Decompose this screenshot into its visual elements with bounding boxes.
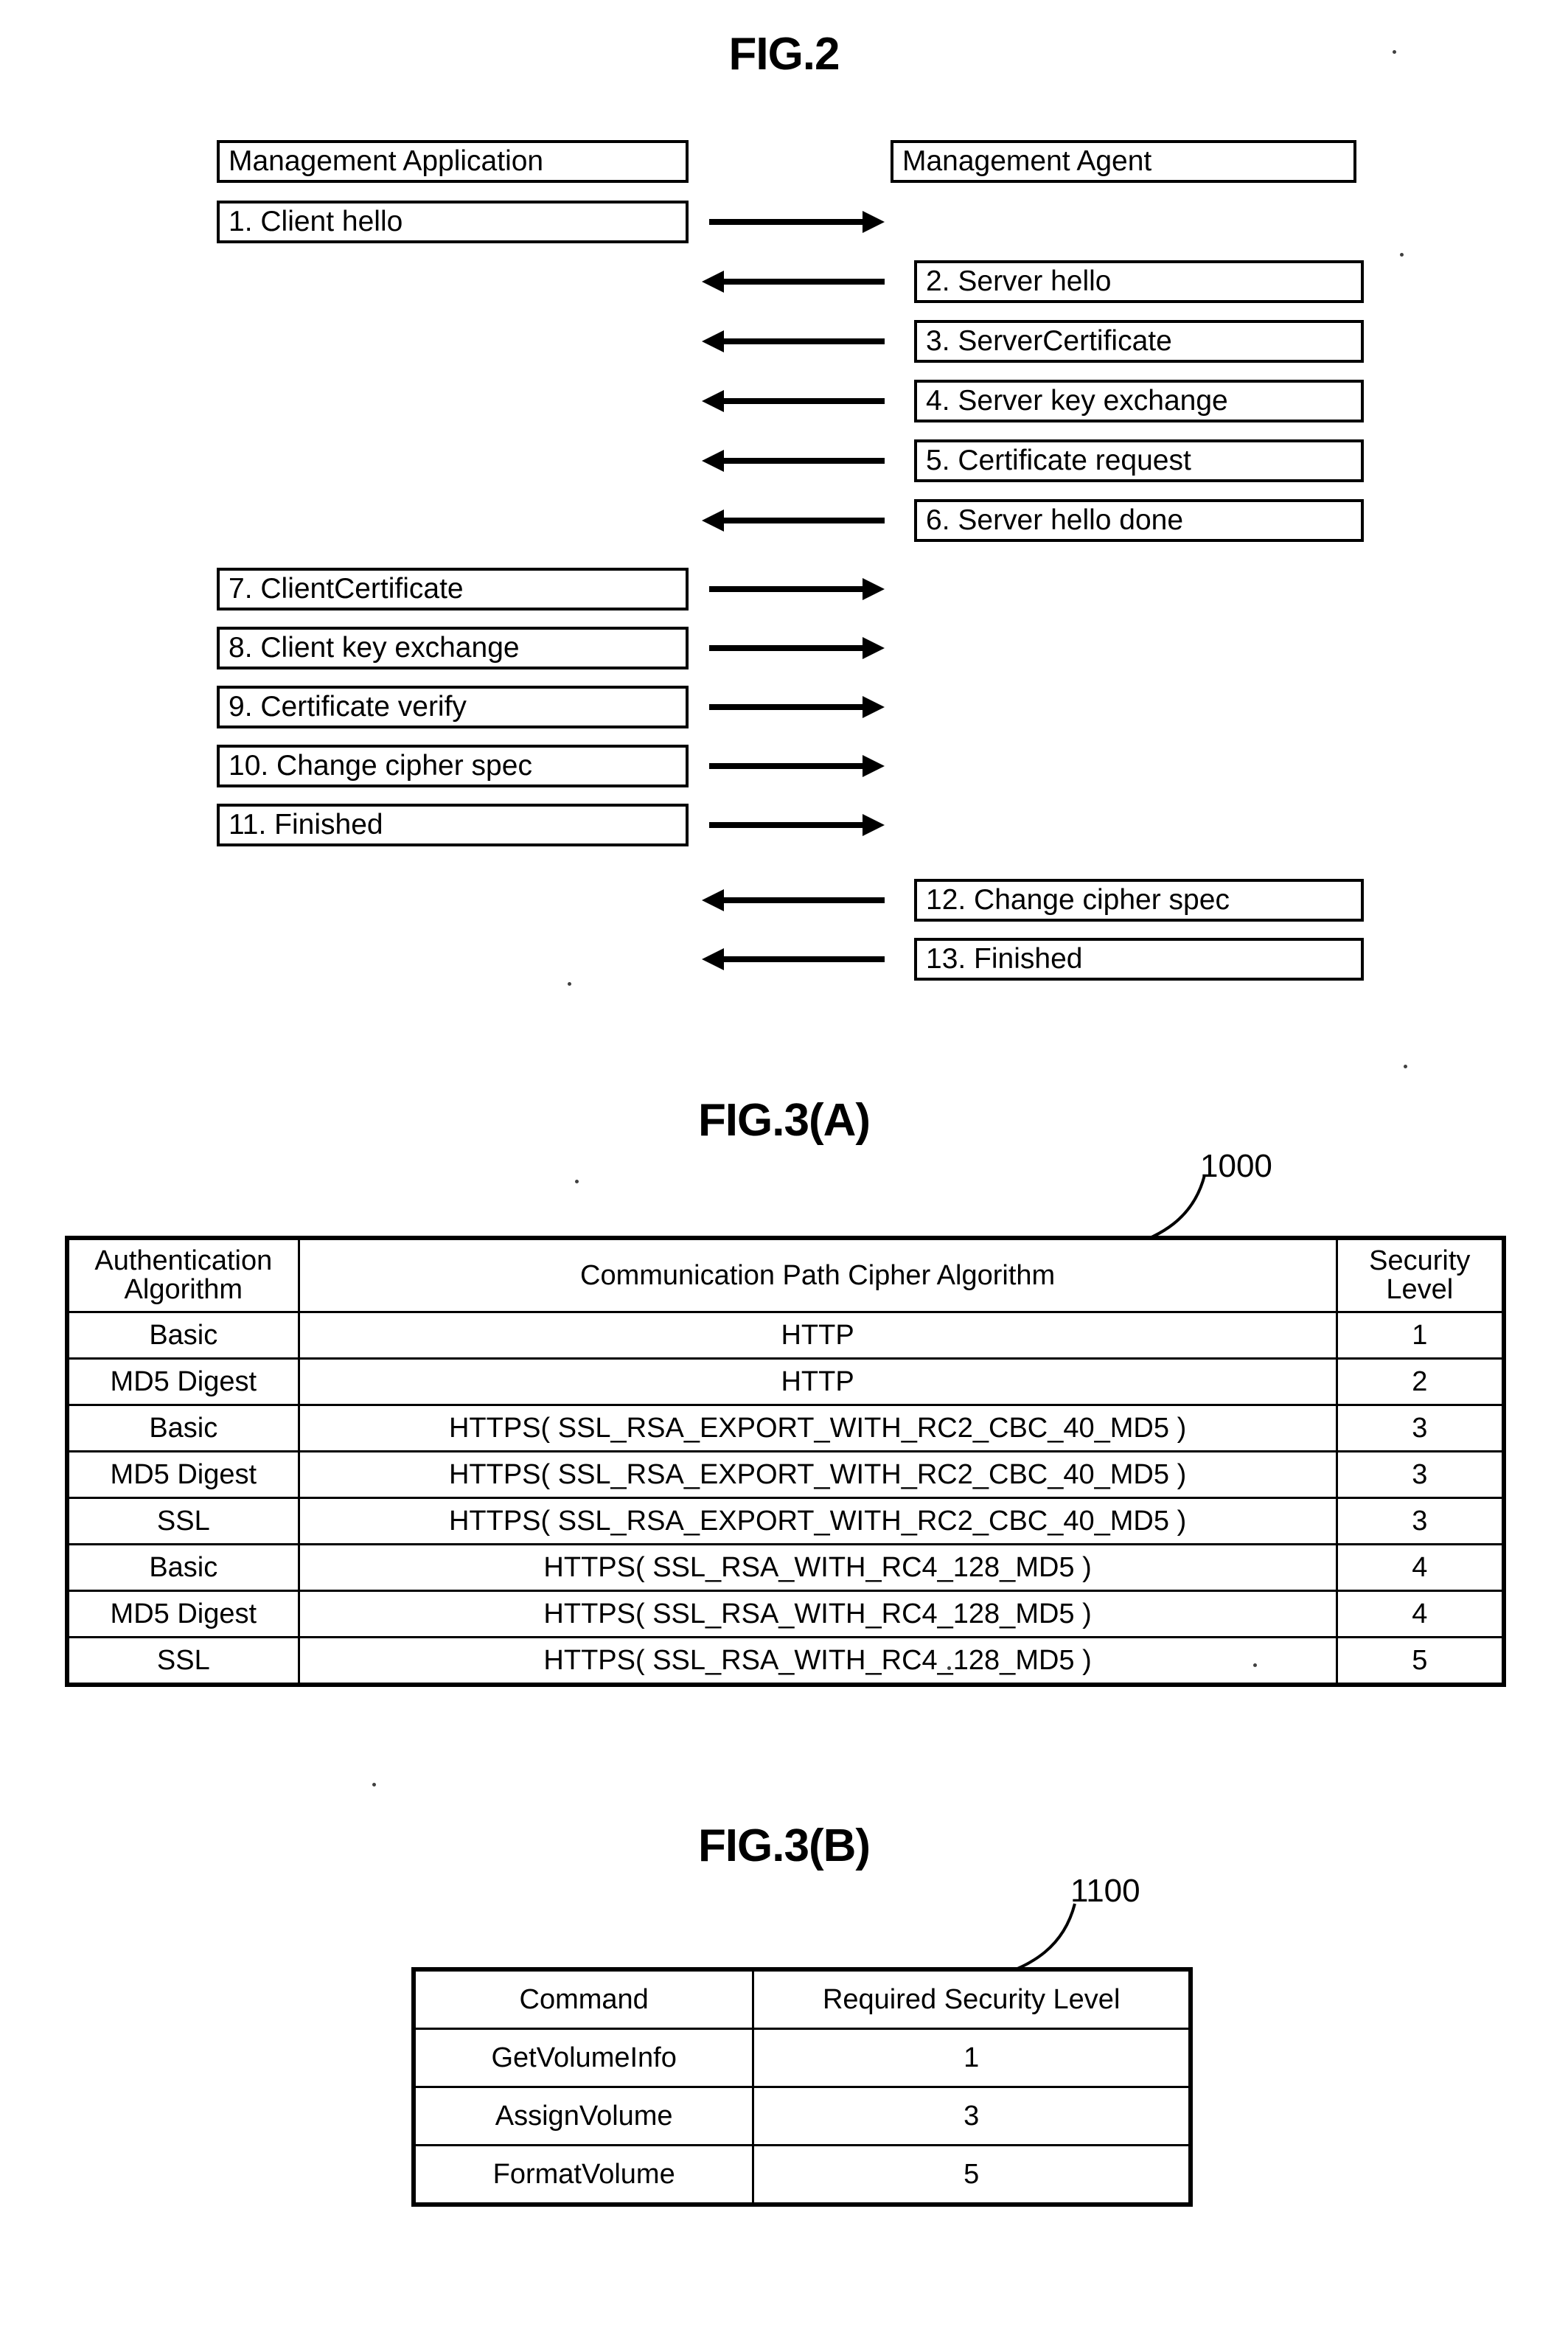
cell-cipher: HTTP xyxy=(297,1311,1338,1360)
message-box-12: 12. Change cipher spec xyxy=(914,879,1364,922)
message-box-5: 5. Certificate request xyxy=(914,439,1364,482)
cell-cipher: HTTPS( SSL_RSA_WITH_RC4_128_MD5 ) xyxy=(297,1590,1338,1638)
cell-command: AssignVolume xyxy=(412,2086,755,2146)
scan-speck xyxy=(1393,50,1396,54)
scan-speck xyxy=(947,1666,951,1670)
cell-auth: Basic xyxy=(66,1311,300,1360)
header-line-2: Algorithm xyxy=(124,1274,243,1305)
cell-level: 3 xyxy=(1335,1497,1505,1545)
figure-2-sequence-diagram: Management Application Management Agent … xyxy=(0,0,1568,1068)
cell-auth: SSL xyxy=(66,1497,300,1545)
cell-level: 4 xyxy=(1335,1543,1505,1592)
figure-3b-title: FIG.3(B) xyxy=(697,1820,871,1871)
message-box-2: 2. Server hello xyxy=(914,260,1364,303)
message-box-9: 9. Certificate verify xyxy=(217,686,689,728)
arrow-right-10 xyxy=(709,755,885,777)
arrow-left-4 xyxy=(702,390,885,412)
cell-cipher: HTTPS( SSL_RSA_WITH_RC4_128_MD5 ) xyxy=(297,1543,1338,1592)
table-row: FormatVolume 5 xyxy=(412,2144,1192,2206)
message-box-13: 13. Finished xyxy=(914,938,1364,981)
table-row: Basic HTTPS( SSL_RSA_EXPORT_WITH_RC2_CBC… xyxy=(66,1404,1505,1452)
table-row: SSL HTTPS( SSL_RSA_WITH_RC4_128_MD5 ) 5 xyxy=(66,1636,1505,1686)
header-line-2: Level xyxy=(1386,1274,1454,1305)
message-box-7: 7. ClientCertificate xyxy=(217,568,689,610)
arrow-right-8 xyxy=(709,637,885,659)
cell-level: 3 xyxy=(1335,1404,1505,1452)
message-box-3: 3. ServerCertificate xyxy=(914,320,1364,363)
column-header-command: Command xyxy=(412,1968,755,2030)
cell-cipher: HTTPS( SSL_RSA_EXPORT_WITH_RC2_CBC_40_MD… xyxy=(297,1404,1338,1452)
header-line-1: Security xyxy=(1369,1245,1471,1277)
cell-cipher: HTTPS( SSL_RSA_EXPORT_WITH_RC2_CBC_40_MD… xyxy=(297,1450,1338,1499)
cell-cipher: HTTPS( SSL_RSA_WITH_RC4_128_MD5 ) xyxy=(297,1636,1338,1686)
message-box-10: 10. Change cipher spec xyxy=(217,745,689,787)
scan-speck xyxy=(575,1180,579,1183)
arrow-left-2 xyxy=(702,271,885,293)
column-header-cipher-algorithm: Communication Path Cipher Algorithm xyxy=(297,1236,1338,1313)
arrow-left-13 xyxy=(702,948,885,970)
table-row: GetVolumeInfo 1 xyxy=(412,2028,1192,2088)
arrow-left-12 xyxy=(702,889,885,911)
scan-speck xyxy=(1253,1663,1257,1667)
cell-level: 1 xyxy=(752,2028,1192,2088)
message-box-8: 8. Client key exchange xyxy=(217,627,689,669)
arrow-right-9 xyxy=(709,696,885,718)
table-row: Basic HTTPS( SSL_RSA_WITH_RC4_128_MD5 ) … xyxy=(66,1543,1505,1592)
reference-numeral-1000: 1000 xyxy=(1200,1148,1272,1184)
cell-level: 1 xyxy=(1335,1311,1505,1360)
header-line-1: Authentication xyxy=(94,1245,273,1277)
arrow-right-1 xyxy=(709,211,885,233)
actor-box-management-application: Management Application xyxy=(217,140,689,183)
table-header-row: Authentication Algorithm Communication P… xyxy=(66,1236,1505,1313)
cell-auth: MD5 Digest xyxy=(66,1450,300,1499)
command-security-level-table-1100: Command Required Security Level GetVolum… xyxy=(411,1967,1193,2207)
table-header-row: Command Required Security Level xyxy=(412,1968,1192,2030)
cell-auth: Basic xyxy=(66,1404,300,1452)
security-level-table-1000: Authentication Algorithm Communication P… xyxy=(65,1236,1506,1687)
cell-cipher: HTTP xyxy=(297,1357,1338,1406)
cell-cipher: HTTPS( SSL_RSA_EXPORT_WITH_RC2_CBC_40_MD… xyxy=(297,1497,1338,1545)
table-row: MD5 Digest HTTPS( SSL_RSA_EXPORT_WITH_RC… xyxy=(66,1450,1505,1499)
reference-numeral-1100: 1100 xyxy=(1070,1873,1140,1909)
cell-auth: Basic xyxy=(66,1543,300,1592)
cell-auth: MD5 Digest xyxy=(66,1590,300,1638)
message-box-11: 11. Finished xyxy=(217,804,689,846)
actor-box-management-agent: Management Agent xyxy=(891,140,1356,183)
scan-speck xyxy=(1400,253,1404,257)
cell-command: FormatVolume xyxy=(412,2144,755,2206)
table-row: MD5 Digest HTTP 2 xyxy=(66,1357,1505,1406)
cell-level: 4 xyxy=(1335,1590,1505,1638)
scan-speck xyxy=(372,1783,376,1786)
figure-3a-title: FIG.3(A) xyxy=(697,1095,871,1146)
arrow-left-6 xyxy=(702,509,885,532)
cell-level: 2 xyxy=(1335,1357,1505,1406)
table-row: Basic HTTP 1 xyxy=(66,1311,1505,1360)
cell-auth: MD5 Digest xyxy=(66,1357,300,1406)
cell-level: 3 xyxy=(752,2086,1192,2146)
arrow-right-11 xyxy=(709,814,885,836)
column-header-authentication-algorithm: Authentication Algorithm xyxy=(66,1236,300,1313)
table-row: MD5 Digest HTTPS( SSL_RSA_WITH_RC4_128_M… xyxy=(66,1590,1505,1638)
scan-speck xyxy=(1404,1065,1407,1068)
scan-speck xyxy=(568,982,571,986)
cell-auth: SSL xyxy=(66,1636,300,1686)
message-box-1: 1. Client hello xyxy=(217,201,689,243)
table-row: AssignVolume 3 xyxy=(412,2086,1192,2146)
message-box-4: 4. Server key exchange xyxy=(914,380,1364,422)
arrow-left-5 xyxy=(702,450,885,472)
column-header-security-level: Security Level xyxy=(1335,1236,1505,1313)
column-header-required-security-level: Required Security Level xyxy=(752,1968,1192,2030)
cell-level: 5 xyxy=(1335,1636,1505,1686)
table-row: SSL HTTPS( SSL_RSA_EXPORT_WITH_RC2_CBC_4… xyxy=(66,1497,1505,1545)
message-box-6: 6. Server hello done xyxy=(914,499,1364,542)
arrow-left-3 xyxy=(702,330,885,352)
cell-level: 5 xyxy=(752,2144,1192,2206)
cell-level: 3 xyxy=(1335,1450,1505,1499)
cell-command: GetVolumeInfo xyxy=(412,2028,755,2088)
arrow-right-7 xyxy=(709,578,885,600)
